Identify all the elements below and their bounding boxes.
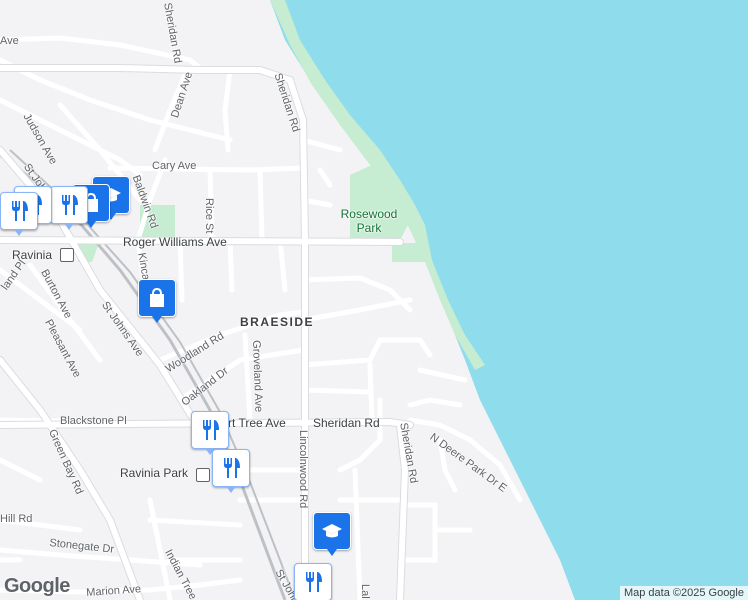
fork-knife-icon: [224, 458, 240, 478]
label-rice-st: Rice St: [203, 198, 215, 234]
label-blackstone-pl: Blackstone Pl: [60, 415, 127, 427]
label-groveland-ave: Groveland Ave: [250, 339, 265, 413]
school-pin[interactable]: [313, 512, 351, 556]
restaurant-pin[interactable]: [294, 563, 332, 600]
shopping-bag-icon: [150, 287, 164, 307]
map-base: [0, 0, 748, 600]
restaurant-pin[interactable]: [191, 411, 229, 455]
fork-knife-icon: [203, 420, 219, 440]
label-lincolnwood-rd: Lincolnwood Rd: [297, 430, 309, 509]
graduation-cap-icon: [322, 524, 342, 538]
label-ravinia-park: Ravinia Park: [120, 466, 189, 480]
label-sheridan-rd-mid: Sheridan Rd: [313, 416, 380, 430]
label-cary-ave: Cary Ave: [152, 160, 197, 172]
shopping-pin[interactable]: [138, 279, 176, 323]
train-station-icon[interactable]: [60, 248, 74, 262]
label-roger-williams-ave: Roger Williams Ave: [123, 235, 227, 249]
lake-michigan: [270, 0, 748, 600]
label-braeside: BRAESIDE: [240, 315, 315, 329]
label-ave-top-left: Ave: [0, 35, 19, 47]
google-logo[interactable]: Google: [4, 575, 70, 598]
label-rosewood-park: Rosewood Park: [340, 207, 398, 235]
restaurant-pin[interactable]: [0, 192, 38, 236]
map-canvas[interactable]: Ave Sheridan Rd Sheridan Rd Dean Ave Jud…: [0, 0, 748, 600]
map-attribution[interactable]: Map data ©2025 Google: [619, 586, 748, 600]
fork-knife-icon: [306, 572, 322, 592]
train-station-icon[interactable]: [196, 468, 210, 482]
label-hart-tree-ave: rt Tree Ave: [228, 416, 286, 430]
fork-knife-icon: [12, 201, 28, 221]
restaurant-pin[interactable]: [50, 186, 88, 230]
label-hill-rd: Hill Rd: [0, 513, 33, 525]
fork-knife-icon: [62, 195, 78, 215]
label-lake-bottom: Lal: [359, 584, 371, 599]
restaurant-pin[interactable]: [212, 449, 250, 493]
